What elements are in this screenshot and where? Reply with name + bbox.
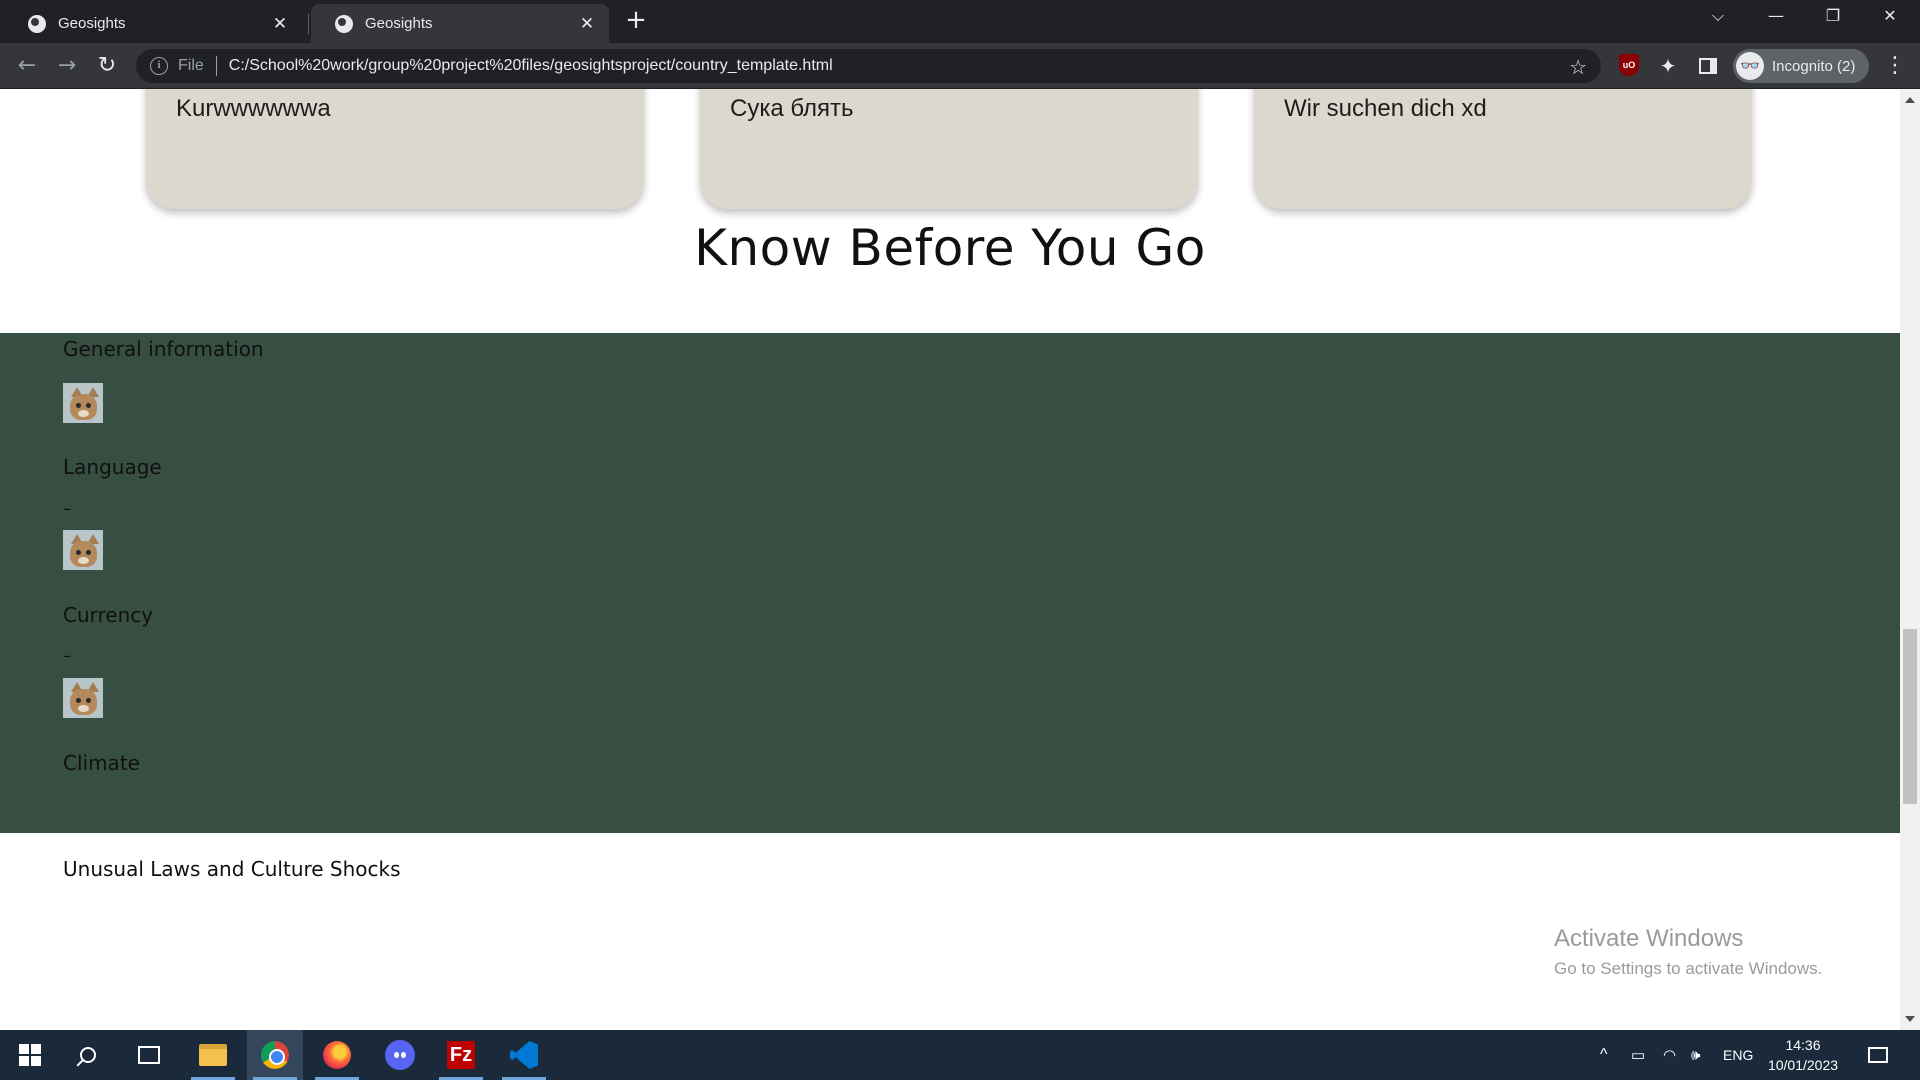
- tab-title: Geosights: [365, 15, 433, 32]
- firefox-button[interactable]: [309, 1030, 365, 1080]
- search-button[interactable]: [60, 1030, 116, 1080]
- forward-button[interactable]: →: [53, 53, 81, 79]
- tab-geosights-2[interactable]: Geosights ✕: [311, 4, 609, 43]
- review-card: Kurwwwwwwa: [146, 89, 644, 209]
- windows-logo-icon: [19, 1044, 41, 1066]
- page-viewport: Kurwwwwwwa Сука блять Wir suchen dich xd…: [0, 89, 1900, 1030]
- language-heading: Language: [63, 455, 162, 479]
- scroll-up-arrow-icon[interactable]: [1905, 97, 1915, 103]
- windows-taskbar: Fz ^ ▭ ◠ 🕪 ENG 14:36 10/01/2023: [0, 1030, 1920, 1080]
- vscode-button[interactable]: [496, 1030, 552, 1080]
- cat-placeholder-image: [63, 383, 103, 423]
- card-text: Wir suchen dich xd: [1284, 95, 1487, 122]
- climate-heading: Climate: [63, 751, 140, 775]
- chrome-icon: [261, 1041, 289, 1069]
- new-tab-button[interactable]: +: [624, 7, 648, 33]
- review-card: Wir suchen dich xd: [1254, 89, 1752, 209]
- language-value: –: [63, 499, 71, 518]
- scrollbar-thumb[interactable]: [1903, 629, 1917, 804]
- reload-button[interactable]: ↻: [93, 53, 121, 79]
- discord-icon: [385, 1040, 415, 1070]
- info-icon[interactable]: i: [150, 57, 168, 75]
- address-bar[interactable]: i File C:/School%20work/group%20project%…: [136, 49, 1601, 83]
- tab-title: Geosights: [58, 15, 126, 32]
- know-before-section: General information Language – Currency …: [0, 333, 1900, 833]
- review-card: Сука блять: [700, 89, 1198, 209]
- browser-menu-icon[interactable]: ⋮: [1884, 53, 1906, 78]
- card-text: Kurwwwwwwa: [176, 95, 331, 122]
- back-button[interactable]: ←: [13, 53, 41, 79]
- file-explorer-button[interactable]: [185, 1030, 241, 1080]
- url-text[interactable]: C:/School%20work/group%20project%20files…: [229, 57, 833, 75]
- start-button[interactable]: [2, 1030, 58, 1080]
- address-divider: [215, 56, 217, 76]
- firefox-icon: [323, 1041, 351, 1069]
- close-tab-icon[interactable]: ✕: [270, 14, 290, 34]
- globe-icon: [335, 14, 353, 33]
- unusual-laws-heading: Unusual Laws and Culture Shocks: [63, 857, 401, 881]
- watermark-title: Activate Windows: [1554, 925, 1744, 952]
- volume-icon[interactable]: 🕪: [1691, 1030, 1700, 1080]
- minimize-button[interactable]: —: [1756, 6, 1796, 25]
- incognito-label: Incognito (2): [1772, 57, 1856, 75]
- extensions-puzzle-icon[interactable]: ✦: [1656, 54, 1680, 78]
- close-tab-icon[interactable]: ✕: [577, 14, 597, 34]
- page-scrollbar[interactable]: [1900, 89, 1920, 1030]
- restore-button[interactable]: ❐: [1813, 6, 1853, 25]
- ublock-origin-icon[interactable]: uO: [1619, 54, 1639, 76]
- clock-time: 14:36: [1785, 1037, 1821, 1053]
- tab-strip: Geosights ✕ Geosights ✕ + ⌵ — ❐ ✕: [0, 0, 1920, 43]
- system-clock[interactable]: 14:36 10/01/2023: [1762, 1030, 1844, 1080]
- input-language[interactable]: ENG: [1723, 1030, 1753, 1080]
- folder-icon: [199, 1044, 227, 1066]
- tab-search-button[interactable]: ⌵: [1698, 6, 1738, 26]
- vscode-icon: [510, 1041, 538, 1069]
- task-view-button[interactable]: [121, 1030, 177, 1080]
- notifications-icon[interactable]: [1868, 1030, 1892, 1080]
- filezilla-button[interactable]: Fz: [433, 1030, 489, 1080]
- search-icon: [80, 1047, 96, 1063]
- side-panel-icon[interactable]: [1697, 54, 1719, 78]
- general-information-heading: General information: [63, 337, 264, 361]
- cat-placeholder-image: [63, 678, 103, 718]
- scheme-label: File: [178, 57, 204, 74]
- currency-heading: Currency: [63, 603, 154, 627]
- discord-button[interactable]: [372, 1030, 428, 1080]
- task-view-icon: [138, 1046, 160, 1064]
- know-before-you-go-title: Know Before You Go: [694, 219, 1206, 277]
- clock-date: 10/01/2023: [1767, 1057, 1839, 1073]
- bookmark-star-icon[interactable]: ☆: [1569, 55, 1587, 79]
- battery-icon[interactable]: ▭: [1631, 1030, 1645, 1080]
- scroll-down-arrow-icon[interactable]: [1905, 1016, 1915, 1022]
- filezilla-icon: Fz: [447, 1041, 475, 1069]
- browser-toolbar: ← → ↻ i File C:/School%20work/group%20pr…: [0, 43, 1920, 89]
- wifi-icon[interactable]: ◠: [1663, 1030, 1676, 1080]
- card-text: Сука блять: [730, 95, 854, 122]
- incognito-icon: 👓: [1736, 52, 1764, 80]
- watermark-subtitle: Go to Settings to activate Windows.: [1554, 959, 1823, 978]
- tab-divider: [308, 14, 309, 34]
- cat-placeholder-image: [63, 530, 103, 570]
- currency-value: –: [63, 646, 71, 665]
- close-window-button[interactable]: ✕: [1870, 6, 1910, 25]
- globe-icon: [28, 14, 46, 33]
- incognito-profile-button[interactable]: 👓 Incognito (2): [1733, 49, 1869, 83]
- activate-windows-watermark: Activate Windows Go to Settings to activ…: [1554, 925, 1822, 979]
- chrome-button[interactable]: [247, 1030, 303, 1080]
- show-hidden-icons-chevron-icon[interactable]: ^: [1600, 1030, 1608, 1080]
- tab-geosights-1[interactable]: Geosights ✕: [4, 4, 302, 43]
